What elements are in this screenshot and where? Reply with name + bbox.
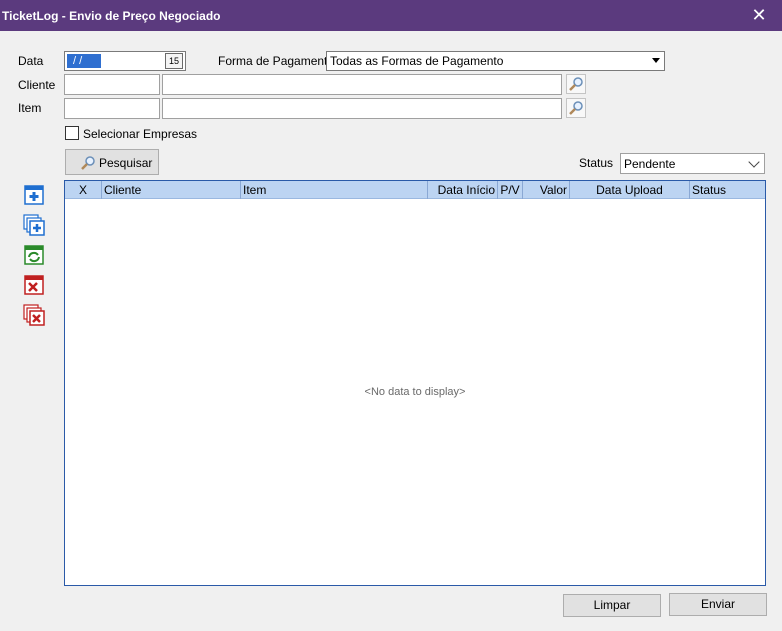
delete-button[interactable] (23, 274, 45, 296)
pesquisar-button[interactable]: Pesquisar (65, 149, 159, 175)
cliente-search-icon[interactable] (566, 74, 586, 94)
delete-multiple-button[interactable] (23, 304, 45, 326)
column-header-cliente[interactable]: Cliente (102, 181, 241, 199)
item-search-icon[interactable] (566, 98, 586, 118)
cliente-code-input[interactable] (64, 74, 160, 95)
dropdown-arrow-icon (652, 58, 660, 63)
close-icon[interactable]: ✕ (736, 0, 782, 31)
refresh-button[interactable] (23, 244, 45, 266)
window-body: Data / / 15 Forma de Pagamento Todas as … (0, 31, 782, 631)
add-button[interactable] (23, 184, 45, 206)
item-label: Item (18, 101, 42, 115)
calendar-icon[interactable]: 15 (165, 53, 183, 69)
grid-header: X Cliente Item Data Início P/V Valor Dat… (65, 181, 765, 199)
add-icon (24, 185, 44, 205)
column-header-x[interactable]: X (65, 181, 102, 199)
search-icon (81, 156, 95, 170)
cliente-name-input[interactable] (162, 74, 562, 95)
date-value: / / (67, 54, 101, 68)
data-label: Data (18, 54, 44, 68)
column-header-valor[interactable]: Valor (523, 181, 570, 199)
forma-pagamento-select[interactable]: Todas as Formas de Pagamento (326, 51, 665, 71)
results-grid[interactable]: X Cliente Item Data Início P/V Valor Dat… (64, 180, 766, 586)
cliente-label: Cliente (18, 78, 56, 92)
data-date-field[interactable]: / / 15 (64, 51, 186, 71)
pesquisar-label: Pesquisar (99, 156, 153, 170)
refresh-icon (24, 245, 44, 265)
column-header-status[interactable]: Status (690, 181, 765, 199)
delete-icon (24, 275, 44, 295)
column-header-data-upload[interactable]: Data Upload (570, 181, 690, 199)
forma-pagamento-value: Todas as Formas de Pagamento (330, 54, 504, 68)
delete-multiple-icon (23, 304, 45, 326)
add-multiple-button[interactable] (23, 214, 45, 236)
add-multiple-icon (23, 214, 45, 236)
enviar-button[interactable]: Enviar (669, 593, 767, 616)
selecionar-empresas-checkbox[interactable] (65, 126, 79, 140)
item-code-input[interactable] (64, 98, 160, 119)
chevron-down-icon (748, 156, 760, 168)
selecionar-empresas-label: Selecionar Empresas (83, 127, 198, 141)
window-title: TicketLog - Envio de Preço Negociado (2, 9, 221, 23)
status-select[interactable]: Pendente (620, 153, 765, 174)
column-header-data-inicio[interactable]: Data Início (428, 181, 498, 199)
forma-pagamento-label: Forma de Pagamento (218, 54, 335, 68)
status-label: Status (579, 156, 614, 170)
status-value: Pendente (624, 157, 676, 171)
grid-empty-message: <No data to display> (364, 386, 466, 398)
limpar-button[interactable]: Limpar (563, 594, 661, 617)
column-header-pv[interactable]: P/V (498, 181, 523, 199)
title-bar: TicketLog - Envio de Preço Negociado ✕ (0, 0, 782, 31)
item-name-input[interactable] (162, 98, 562, 119)
column-header-item[interactable]: Item (241, 181, 428, 199)
